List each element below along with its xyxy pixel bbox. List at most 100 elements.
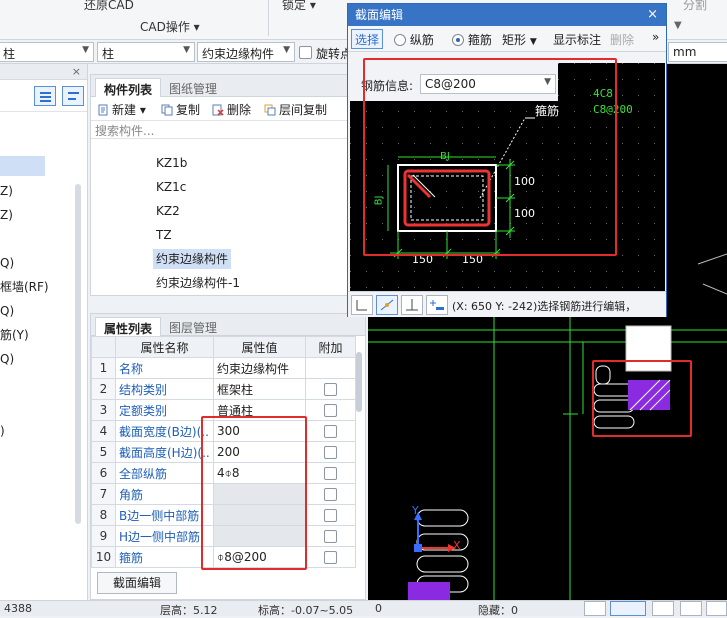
tree-item[interactable]: 框墙(RF): [0, 276, 49, 298]
property-name: 全部纵筋: [115, 462, 214, 484]
orthogonal-mode-icon[interactable]: [351, 295, 373, 315]
tree-item[interactable]: Q): [0, 300, 14, 322]
label-top: BJ: [440, 151, 450, 162]
rotate-point-checkbox[interactable]: [299, 45, 312, 59]
additional-checkbox[interactable]: [324, 446, 337, 459]
property-value[interactable]: 约束边缘构件: [213, 357, 306, 379]
lock-button[interactable]: 锁定 ▾: [282, 0, 316, 13]
tree-item[interactable]: 筋(Y): [0, 324, 29, 346]
delete-icon: [212, 104, 224, 116]
tree-item[interactable]: ): [0, 420, 5, 442]
delete-button[interactable]: 删除: [212, 101, 251, 118]
property-scrollbar[interactable]: [356, 352, 362, 412]
snap-mode-icon[interactable]: [610, 601, 646, 616]
property-value[interactable]: 普通柱: [213, 399, 306, 421]
cursor-status-text: (X: 650 Y: -242)选择钢筋进行编辑，: [452, 300, 637, 313]
component-list-toolbar: 新建 ▾ 复制 删除 层间复制: [91, 97, 349, 121]
property-value[interactable]: 4⌽8: [213, 462, 306, 484]
property-name: 定额类别: [115, 399, 214, 421]
copy-button[interactable]: 复制: [161, 101, 200, 118]
snap-add-glyph: [430, 300, 444, 310]
list-item[interactable]: KZ1c: [153, 177, 189, 197]
tab-layer-management[interactable]: 图层管理: [161, 317, 225, 336]
tree-item[interactable]: Z): [0, 180, 13, 202]
close-icon[interactable]: ×: [72, 65, 81, 78]
table-row: 8 B边一侧中部筋: [91, 504, 356, 526]
component-list-panel: 构件列表 图纸管理 新建 ▾ 复制 删除 层间复制 搜索构件... KZ1b K…: [90, 74, 350, 296]
shape-dropdown[interactable]: 矩形 ▼: [502, 31, 537, 48]
orthogonal-mode-glyph: [356, 300, 367, 311]
property-value[interactable]: [213, 483, 306, 505]
split-button[interactable]: 分割: [683, 0, 707, 13]
list-item[interactable]: TZ: [153, 225, 175, 245]
additional-checkbox[interactable]: [324, 551, 337, 564]
list-item-selected[interactable]: 约束边缘构件: [153, 249, 232, 269]
list-item[interactable]: KZ1b: [153, 153, 190, 173]
angle-snap-icon[interactable]: [680, 601, 702, 616]
additional-checkbox[interactable]: [324, 467, 337, 480]
property-value[interactable]: [213, 504, 306, 526]
additional-checkbox[interactable]: [324, 383, 337, 396]
tree-item[interactable]: Q): [0, 348, 14, 370]
offset-input[interactable]: mm: [668, 42, 727, 62]
additional-checkbox[interactable]: [324, 488, 337, 501]
tree-selection-highlight: [0, 156, 45, 176]
floor-copy-button[interactable]: 层间复制: [264, 101, 327, 118]
axis-x-label: X: [453, 539, 461, 552]
list-item[interactable]: 约束边缘构件-1: [153, 273, 243, 293]
tab-drawing-management[interactable]: 图纸管理: [161, 78, 225, 97]
property-value[interactable]: 300: [213, 420, 306, 442]
chevron-down-icon[interactable]: ▼: [674, 20, 682, 31]
property-name: 箍筋: [115, 546, 214, 568]
additional-checkbox[interactable]: [324, 404, 337, 417]
tab-property-list[interactable]: 属性列表: [95, 317, 162, 336]
additional-cell: [305, 504, 356, 526]
tree-item[interactable]: Z): [0, 204, 13, 226]
more-snap-icon[interactable]: [706, 601, 727, 616]
show-label-button[interactable]: 显示标注: [553, 31, 601, 48]
delete-button[interactable]: 删除: [610, 31, 634, 48]
orthogonal-mode-icon[interactable]: [584, 601, 606, 616]
table-row: 10 箍筋 ⌽8@200: [91, 546, 356, 568]
delete-label: 删除: [227, 103, 252, 117]
more-icon[interactable]: »: [652, 30, 659, 44]
additional-checkbox[interactable]: [324, 509, 337, 522]
tab-component-list[interactable]: 构件列表: [95, 78, 162, 97]
select-button[interactable]: 选择: [351, 29, 384, 49]
longitudinal-radio[interactable]: 纵筋: [394, 31, 434, 48]
snap-line-icon[interactable]: [376, 295, 398, 315]
snap-add-icon[interactable]: [426, 295, 448, 315]
restore-cad-button[interactable]: 还原CAD: [84, 0, 134, 13]
floor-combo[interactable]: 柱 ▼: [0, 42, 94, 62]
row-index: 4: [91, 420, 116, 442]
row-index: 10: [91, 546, 116, 568]
cad-operations-group[interactable]: CAD操作 ▾: [140, 18, 200, 35]
rebar-info-combo[interactable]: C8@200 ▼: [420, 74, 556, 94]
cross-snap-icon[interactable]: [652, 601, 674, 616]
property-value[interactable]: 框架柱: [213, 378, 306, 400]
component-combo[interactable]: 约束边缘构件 ▼: [197, 42, 295, 62]
tree-item[interactable]: Q): [0, 252, 14, 274]
property-name: 名称: [115, 357, 214, 379]
additional-cell: [305, 525, 356, 547]
list-item[interactable]: KZ2: [153, 201, 183, 221]
property-value[interactable]: 200: [213, 441, 306, 463]
component-search-input[interactable]: 搜索构件...: [91, 121, 349, 139]
additional-checkbox[interactable]: [324, 425, 337, 438]
stirrup-radio[interactable]: 箍筋: [452, 31, 492, 48]
table-row: 7 角筋: [91, 483, 356, 505]
dimension-bottom-1: 150: [412, 253, 433, 266]
dialog-title: 截面编辑: [355, 8, 404, 22]
list-view-icon[interactable]: [34, 86, 56, 106]
table-view-icon[interactable]: [62, 86, 84, 106]
tree-scrollbar[interactable]: [75, 184, 81, 524]
snap-perpendicular-icon[interactable]: [401, 295, 423, 315]
property-value[interactable]: ⌽8@200: [213, 546, 306, 568]
new-button[interactable]: 新建 ▾: [97, 101, 146, 118]
additional-checkbox[interactable]: [324, 530, 337, 543]
section-edit-button[interactable]: 截面编辑: [97, 572, 177, 594]
type-combo[interactable]: 柱 ▼: [97, 42, 195, 62]
close-icon[interactable]: ×: [647, 4, 658, 26]
property-value[interactable]: [213, 525, 306, 547]
status-coord: 4388: [4, 602, 32, 615]
